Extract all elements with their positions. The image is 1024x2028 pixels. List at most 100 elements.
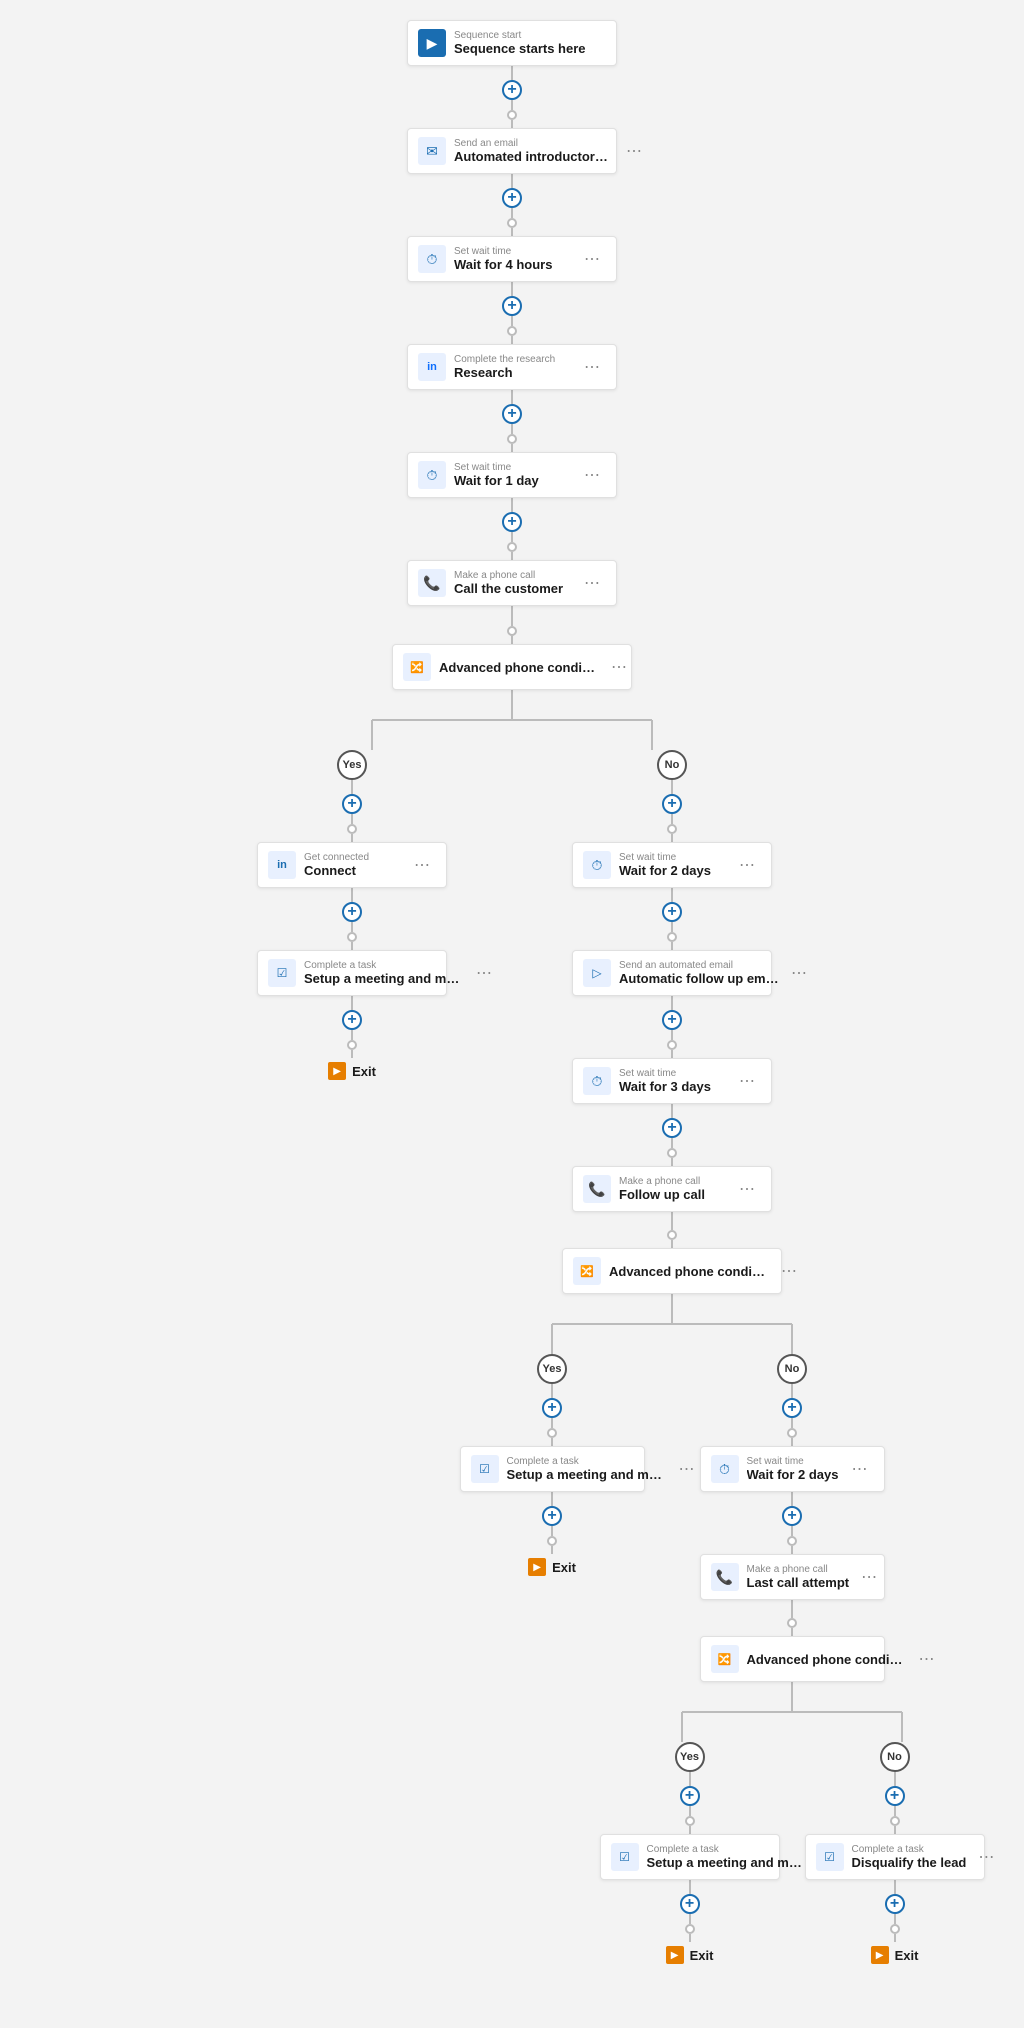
phone-icon: 📞 [583, 1175, 611, 1203]
more-button[interactable]: ⋯ [607, 655, 631, 679]
task-1-left-label: Complete a task [304, 960, 464, 971]
add-button[interactable]: + [502, 512, 522, 532]
line-v [511, 636, 513, 644]
wait-2-node[interactable]: ⏱ Set wait time Wait for 1 day ⋯ [407, 452, 617, 498]
connect-node[interactable]: in Get connected Connect ⋯ [257, 842, 447, 888]
more-button[interactable]: ⋯ [974, 1845, 998, 1869]
line-v [671, 1030, 673, 1040]
email-icon: ▷ [583, 959, 611, 987]
task-yes-3-title: Setup a meeting and move to the next s..… [647, 1855, 807, 1870]
auto-email-title: Automatic follow up email [619, 971, 779, 986]
wait-no-3-node[interactable]: ⏱ Set wait time Wait for 2 days ⋯ [700, 1446, 885, 1492]
task-yes-2-node[interactable]: ☑ Complete a task Setup a meeting and mo… [460, 1446, 645, 1492]
connector-1: + [502, 66, 522, 128]
sub-yes-2: Yes + ☑ Complete a task Se [452, 1354, 652, 1580]
wait-no-3-label: Set wait time [747, 1456, 840, 1467]
more-button[interactable]: ⋯ [777, 1259, 801, 1283]
exit-3-label: Exit [690, 1948, 714, 1963]
connector-2: + [502, 174, 522, 236]
add-button[interactable]: + [502, 404, 522, 424]
followup-call-label: Make a phone call [619, 1176, 727, 1187]
task-no-3-label: Complete a task [852, 1844, 967, 1855]
more-button[interactable]: ⋯ [735, 1177, 759, 1201]
wait-icon: ⏱ [418, 245, 446, 273]
add-button[interactable]: + [342, 902, 362, 922]
more-button[interactable]: ⋯ [410, 853, 434, 877]
adv-phone-1-node[interactable]: 🔀 Advanced phone condition ⋯ [392, 644, 632, 690]
more-button[interactable]: ⋯ [622, 139, 646, 163]
more-button[interactable]: ⋯ [857, 1565, 881, 1589]
circle-dot [347, 932, 357, 942]
wait-no-1-node[interactable]: ⏱ Set wait time Wait for 2 days ⋯ [572, 842, 772, 888]
circle-dot [507, 326, 517, 336]
add-button[interactable]: + [662, 794, 682, 814]
more-button[interactable]: ⋯ [580, 571, 604, 595]
add-button[interactable]: + [502, 296, 522, 316]
line-v [511, 390, 513, 404]
exit-icon: ▶ [528, 1558, 546, 1576]
connect-label: Get connected [304, 852, 402, 863]
auto-email-node[interactable]: ▷ Send an automated email Automatic foll… [572, 950, 772, 996]
more-button[interactable]: ⋯ [787, 961, 811, 985]
wait-1-node[interactable]: ⏱ Set wait time Wait for 4 hours ⋯ [407, 236, 617, 282]
send-email-node[interactable]: ✉ Send an email Automated introductory e… [407, 128, 617, 174]
connector-5: + [502, 498, 522, 560]
branch-line-3 [602, 1682, 982, 1742]
add-button[interactable]: + [342, 1010, 362, 1030]
more-button[interactable]: ⋯ [915, 1647, 939, 1671]
add-button[interactable]: + [662, 1010, 682, 1030]
line-v [511, 100, 513, 110]
add-button[interactable]: + [662, 1118, 682, 1138]
more-button[interactable]: ⋯ [580, 247, 604, 271]
call-customer-node[interactable]: 📞 Make a phone call Call the customer ⋯ [407, 560, 617, 606]
add-button[interactable]: + [502, 80, 522, 100]
research-node[interactable]: in Complete the research Research ⋯ [407, 344, 617, 390]
wait-icon: ⏱ [583, 851, 611, 879]
circle-dot [667, 824, 677, 834]
exit-2-node: ▶ Exit [520, 1554, 584, 1580]
line-v [351, 922, 353, 932]
followup-call-node[interactable]: 📞 Make a phone call Follow up call ⋯ [572, 1166, 772, 1212]
connector-no-3: + [662, 996, 682, 1058]
yes-label-1: Yes [337, 750, 367, 780]
wait-no-2-node[interactable]: ⏱ Set wait time Wait for 3 days ⋯ [572, 1058, 772, 1104]
line-v [671, 922, 673, 932]
more-button[interactable]: ⋯ [848, 1457, 872, 1481]
add-button[interactable]: + [662, 902, 682, 922]
line-v [351, 834, 353, 842]
connector-no-5 [667, 1212, 677, 1248]
more-button[interactable]: ⋯ [735, 853, 759, 877]
line-v [511, 282, 513, 296]
no-branch-1: No + ⏱ Set wait time Wait for 2 days ⋯ [512, 750, 832, 1968]
task-no-3-node[interactable]: ☑ Complete a task Disqualify the lead ⋯ [805, 1834, 985, 1880]
adv-phone-3-node[interactable]: 🔀 Advanced phone condition ⋯ [700, 1636, 885, 1682]
line-v [511, 336, 513, 344]
more-button[interactable]: ⋯ [675, 1457, 699, 1481]
more-button[interactable]: ⋯ [580, 463, 604, 487]
more-button[interactable]: ⋯ [580, 355, 604, 379]
adv-phone-2-text: Advanced phone condition [609, 1264, 769, 1279]
task-no-3-title: Disqualify the lead [852, 1855, 967, 1870]
phone-icon: 📞 [711, 1563, 739, 1591]
adv-phone-3-title: Advanced phone condition [747, 1652, 907, 1667]
call-customer-title: Call the customer [454, 581, 572, 596]
more-button[interactable]: ⋯ [735, 1069, 759, 1093]
connector-yes-2: + [342, 888, 362, 950]
sub-no-3: No + ☑ [807, 1742, 982, 1968]
sequence-start-node[interactable]: ▶ Sequence start Sequence starts here [407, 20, 617, 66]
adv-phone-2-node[interactable]: 🔀 Advanced phone condition ⋯ [562, 1248, 782, 1294]
wait-2-text: Set wait time Wait for 1 day [454, 462, 572, 488]
add-button[interactable]: + [342, 794, 362, 814]
circle-dot [507, 626, 517, 636]
more-button[interactable]: ⋯ [472, 961, 496, 985]
last-call-node[interactable]: 📞 Make a phone call Last call attempt ⋯ [700, 1554, 885, 1600]
task-1-left-node[interactable]: ☑ Complete a task Setup a meeting and mo… [257, 950, 447, 996]
add-button[interactable]: + [502, 188, 522, 208]
no-label-3: No [880, 1742, 910, 1772]
wait-1-label: Set wait time [454, 246, 572, 257]
task-yes-3-node[interactable]: ☑ Complete a task Setup a meeting and mo… [600, 1834, 780, 1880]
line-v [671, 1212, 673, 1230]
no-label-2: No [777, 1354, 807, 1384]
auto-email-text: Send an automated email Automatic follow… [619, 960, 779, 986]
line-v [351, 996, 353, 1010]
